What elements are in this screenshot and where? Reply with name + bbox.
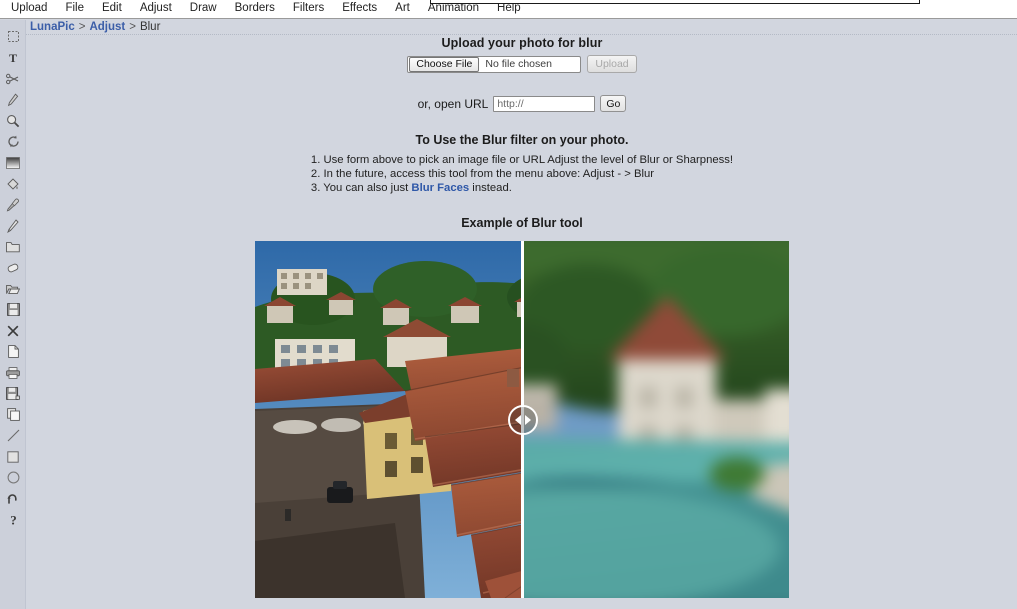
howto-step-1: 1. Use form above to pick an image file …	[311, 153, 733, 167]
paint-bucket-icon[interactable]	[0, 173, 26, 194]
go-button[interactable]: Go	[600, 95, 626, 112]
open-folder-icon[interactable]	[0, 278, 26, 299]
save-icon[interactable]	[0, 299, 26, 320]
rotate-icon[interactable]	[0, 131, 26, 152]
menu-item-filters[interactable]: Filters	[284, 0, 333, 18]
arrow-right-icon	[525, 415, 531, 425]
close-icon[interactable]	[0, 320, 26, 341]
blur-faces-link[interactable]: Blur Faces	[411, 182, 469, 194]
scissors-icon[interactable]	[0, 68, 26, 89]
breadcrumb-current-blur: Blur	[140, 21, 160, 33]
example-title: Example of Blur tool	[27, 216, 1017, 230]
url-label: or, open URL	[418, 97, 489, 111]
menu-item-file[interactable]: File	[56, 0, 93, 18]
square-icon[interactable]	[0, 446, 26, 467]
menu-item-adjust[interactable]: Adjust	[131, 0, 181, 18]
eraser-icon[interactable]	[0, 257, 26, 278]
howto-step-3-prefix: 3. You can also just	[311, 182, 412, 194]
arrow-left-icon	[515, 415, 521, 425]
clipped-overlay-box	[430, 0, 920, 4]
new-page-icon[interactable]	[0, 341, 26, 362]
circle-icon[interactable]	[0, 467, 26, 488]
menu-item-draw[interactable]: Draw	[181, 0, 226, 18]
svg-text:T: T	[9, 51, 17, 64]
url-form-row: or, open URL Go	[27, 95, 1017, 112]
howto-steps-list: 1. Use form above to pick an image file …	[311, 153, 733, 195]
save-as-icon[interactable]	[0, 383, 26, 404]
url-input[interactable]	[493, 96, 595, 112]
howto-step-3-suffix: instead.	[469, 182, 512, 194]
upload-button[interactable]: Upload	[587, 55, 636, 73]
gradient-icon[interactable]	[0, 152, 26, 173]
choose-file-button[interactable]: Choose File	[409, 57, 479, 72]
howto-title: To Use the Blur filter on your photo.	[27, 133, 1017, 147]
eyedropper-icon[interactable]	[0, 194, 26, 215]
marquee-select-icon[interactable]	[0, 26, 26, 47]
menu-item-art[interactable]: Art	[386, 0, 419, 18]
menu-item-upload[interactable]: Upload	[2, 0, 56, 18]
lunapic-app: Upload File Edit Adjust Draw Borders Fil…	[0, 0, 1017, 609]
file-input-control[interactable]: Choose File No file chosen	[407, 56, 581, 73]
main-content: Upload your photo for blur Choose File N…	[27, 36, 1017, 609]
copy-icon[interactable]	[0, 404, 26, 425]
printer-icon[interactable]	[0, 362, 26, 383]
folder-icon[interactable]	[0, 236, 26, 257]
undo-icon[interactable]	[0, 488, 26, 509]
menu-item-borders[interactable]: Borders	[226, 0, 284, 18]
line-icon[interactable]	[0, 425, 26, 446]
menu-item-edit[interactable]: Edit	[93, 0, 131, 18]
breadcrumb-separator-2: >	[129, 21, 136, 33]
before-after-compare[interactable]	[255, 241, 789, 598]
file-status-label: No file chosen	[479, 58, 552, 70]
compare-slider-handle[interactable]	[508, 405, 538, 435]
breadcrumb-separator-1: >	[79, 21, 86, 33]
help-icon[interactable]: ?	[0, 509, 26, 530]
upload-form-row: Choose File No file chosen Upload	[27, 55, 1017, 73]
breadcrumb-link-lunapic[interactable]: LunaPic	[30, 21, 75, 33]
tool-sidebar: T	[0, 20, 26, 609]
upload-section-title: Upload your photo for blur	[27, 36, 1017, 50]
svg-text:?: ?	[10, 513, 17, 526]
text-icon[interactable]: T	[0, 47, 26, 68]
howto-step-2: 2. In the future, access this tool from …	[311, 167, 733, 181]
breadcrumb-link-adjust[interactable]: Adjust	[89, 21, 125, 33]
menu-item-effects[interactable]: Effects	[333, 0, 386, 18]
howto-step-3: 3. You can also just Blur Faces instead.	[311, 181, 733, 195]
magnifier-icon[interactable]	[0, 110, 26, 131]
pencil-icon[interactable]	[0, 89, 26, 110]
breadcrumb: LunaPic > Adjust > Blur	[30, 19, 160, 35]
pen-icon[interactable]	[0, 215, 26, 236]
